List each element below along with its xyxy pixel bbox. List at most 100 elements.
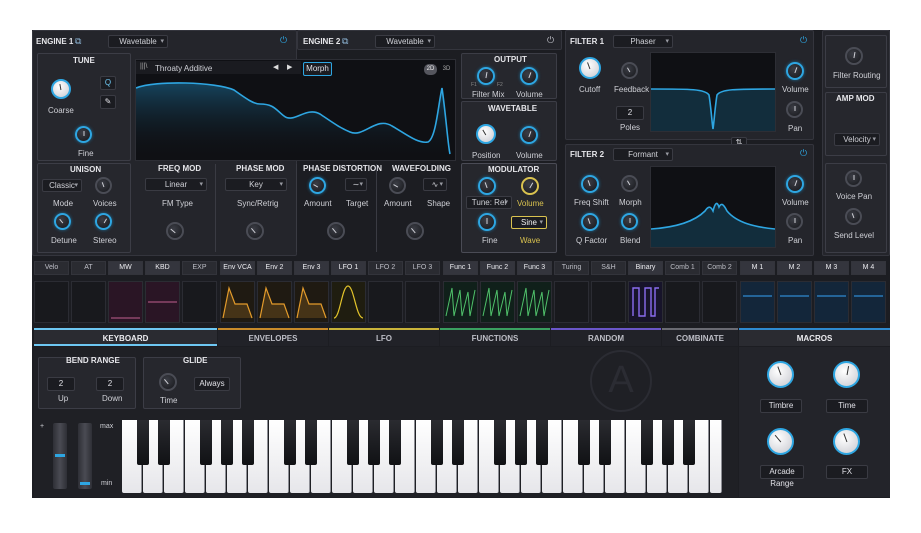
mod-source-preview[interactable] <box>443 281 478 323</box>
macro-1-label[interactable]: Timbre <box>760 399 802 413</box>
macro-2-knob[interactable] <box>833 361 860 388</box>
mod-source-preview[interactable] <box>851 281 886 323</box>
mod-source-tab[interactable]: MW <box>108 261 143 275</box>
voices-knob[interactable] <box>95 177 112 194</box>
copy-icon[interactable]: ⧉ <box>342 36 348 47</box>
pencil-button[interactable]: ✎ <box>100 95 116 109</box>
wave-name[interactable]: Throaty Additive <box>155 64 212 73</box>
macro-4-knob[interactable] <box>833 428 860 455</box>
phase-dist-target-select[interactable]: ∼ <box>345 178 367 191</box>
section-tab[interactable]: ENVELOPES <box>218 328 328 346</box>
mod-source-preview[interactable] <box>294 281 329 323</box>
filter1-type-select[interactable]: Phaser <box>613 35 673 48</box>
mod-source-preview[interactable] <box>480 281 515 323</box>
black-key[interactable] <box>683 420 695 465</box>
phase-dist-knob[interactable] <box>327 222 345 240</box>
mod-source-preview[interactable] <box>220 281 255 323</box>
mod-source-preview[interactable] <box>257 281 292 323</box>
mod-source-tab[interactable]: M 3 <box>814 261 849 275</box>
black-key[interactable] <box>158 420 170 465</box>
glide-mode-button[interactable]: Always <box>194 377 230 391</box>
black-key[interactable] <box>431 420 443 465</box>
prev-arrow-icon[interactable]: ◀ <box>273 63 278 71</box>
mod-source-tab[interactable]: AT <box>71 261 106 275</box>
power-icon[interactable]: ⏻ <box>800 35 807 46</box>
mod-source-preview[interactable] <box>405 281 440 323</box>
coarse-knob[interactable] <box>51 79 71 99</box>
white-key[interactable] <box>710 420 722 493</box>
mod-source-preview[interactable] <box>71 281 106 323</box>
next-arrow-icon[interactable]: ▶ <box>287 63 292 71</box>
mod-source-preview[interactable] <box>665 281 700 323</box>
glide-time-knob[interactable] <box>159 373 177 391</box>
wavetable-volume-knob[interactable] <box>520 126 538 144</box>
power-icon[interactable]: ⏻ <box>800 148 807 159</box>
q-button[interactable]: Q <box>100 76 116 90</box>
filter2-volume-knob[interactable] <box>786 175 804 193</box>
morph-knob[interactable] <box>621 175 638 192</box>
mod-source-preview[interactable] <box>777 281 812 323</box>
mod-source-tab[interactable]: M 2 <box>777 261 812 275</box>
send-level-knob[interactable] <box>845 208 862 225</box>
mod-source-tab[interactable]: Env VCA <box>220 261 255 275</box>
mod-source-preview[interactable] <box>628 281 663 323</box>
mod-source-preview[interactable] <box>740 281 775 323</box>
black-key[interactable] <box>305 420 317 465</box>
mod-source-tab[interactable]: Comb 1 <box>665 261 700 275</box>
mod-tune-knob[interactable] <box>478 177 496 195</box>
mod-source-preview[interactable] <box>182 281 217 323</box>
black-key[interactable] <box>137 420 149 465</box>
mod-source-tab[interactable]: M 4 <box>851 261 886 275</box>
black-key[interactable] <box>452 420 464 465</box>
black-key[interactable] <box>515 420 527 465</box>
mod-source-preview[interactable] <box>702 281 737 323</box>
mod-source-tab[interactable]: KBD <box>145 261 180 275</box>
mod-volume-knob[interactable] <box>521 177 539 195</box>
feedback-knob[interactable] <box>621 62 638 79</box>
voice-pan-knob[interactable] <box>845 170 862 187</box>
amp-mod-select[interactable]: Velocity <box>834 133 880 146</box>
section-tab[interactable]: MACROS <box>739 328 890 346</box>
mod-source-tab[interactable]: Func 2 <box>480 261 515 275</box>
mod-source-tab[interactable]: Func 1 <box>443 261 478 275</box>
mod-source-preview[interactable] <box>591 281 626 323</box>
macro-3-label[interactable]: Arcade Range <box>760 465 804 488</box>
macro-1-knob[interactable] <box>767 361 794 388</box>
unison-mode-select[interactable]: Classic <box>42 179 82 192</box>
mod-source-preview[interactable] <box>108 281 143 323</box>
mod-fine-knob[interactable] <box>478 213 496 231</box>
power-icon[interactable]: ⏻ <box>280 35 287 46</box>
mod-source-tab[interactable]: EXP <box>182 261 217 275</box>
wavefolding-shape-select[interactable]: ∿ <box>423 178 447 191</box>
wavefolding-amount-knob[interactable] <box>389 177 406 194</box>
view-3d-toggle[interactable]: 3D <box>440 64 453 75</box>
filter2-pan-knob[interactable] <box>786 213 803 230</box>
mod-source-preview[interactable] <box>368 281 403 323</box>
mod-source-preview[interactable] <box>331 281 366 323</box>
mod-source-tab[interactable]: Env 2 <box>257 261 292 275</box>
mod-source-preview[interactable] <box>34 281 69 323</box>
filter-routing-knob[interactable] <box>845 47 863 65</box>
phase-mod-knob[interactable] <box>246 222 264 240</box>
section-tab[interactable]: FUNCTIONS <box>440 328 550 346</box>
black-key[interactable] <box>368 420 380 465</box>
view-2d-toggle[interactable]: 2D <box>424 64 437 75</box>
macro-3-knob[interactable] <box>767 428 794 455</box>
blend-knob[interactable] <box>621 213 638 230</box>
engine2-mode-select[interactable]: Wavetable <box>375 35 435 48</box>
mod-source-preview[interactable] <box>814 281 849 323</box>
freq-shift-knob[interactable] <box>581 175 599 193</box>
bend-down-value[interactable]: 2 <box>96 377 124 391</box>
wavetable-browser-icon[interactable]: |||\ <box>140 63 147 70</box>
black-key[interactable] <box>221 420 233 465</box>
mod-source-tab[interactable]: S&H <box>591 261 626 275</box>
section-tab[interactable]: LFO <box>329 328 439 346</box>
mod-source-tab[interactable]: Env 3 <box>294 261 329 275</box>
poles-value[interactable]: 2 <box>616 106 644 120</box>
phase-mod-select[interactable]: Key <box>225 178 287 191</box>
black-key[interactable] <box>662 420 674 465</box>
filter1-volume-knob[interactable] <box>786 62 804 80</box>
black-key[interactable] <box>284 420 296 465</box>
black-key[interactable] <box>200 420 212 465</box>
mod-wave-select[interactable]: Sine <box>511 216 547 229</box>
